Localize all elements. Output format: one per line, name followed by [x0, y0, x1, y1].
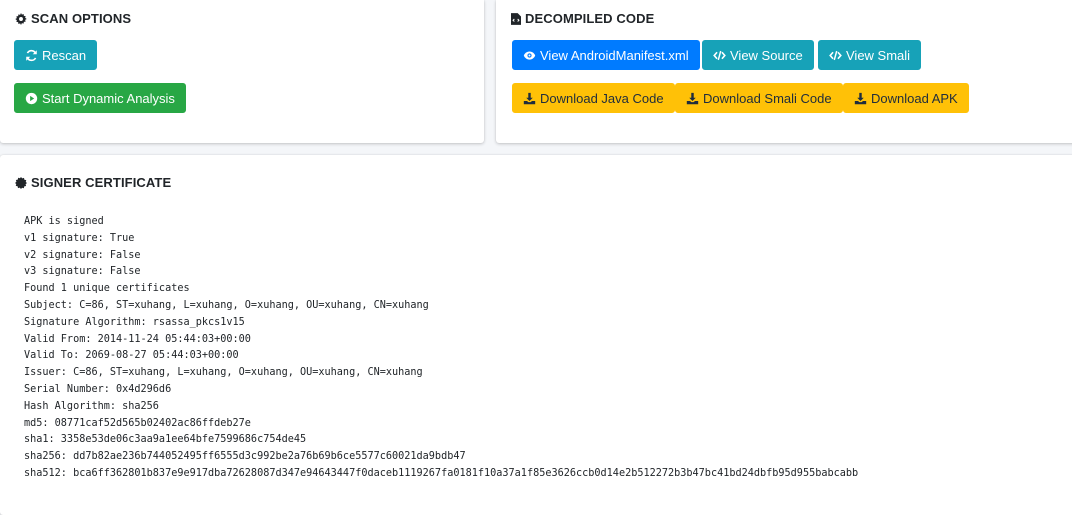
download-icon — [523, 92, 536, 104]
certificate-line: sha1: 3358e53de06c3aa9a1ee64bfe7599686c7… — [24, 434, 307, 446]
certificate-line: v2 signature: False — [24, 249, 141, 261]
certificate-details: APK is signed v1 signature: True v2 sign… — [24, 214, 858, 483]
certificate-line: md5: 08771caf52d565b02402ac86ffdeb27e — [24, 417, 251, 429]
certificate-line: Valid From: 2014-11-24 05:44:03+00:00 — [24, 333, 251, 345]
view-source-label: View Source — [730, 47, 803, 63]
view-androidmanifest-label: View AndroidManifest.xml — [540, 47, 689, 63]
certificate-line: Issuer: C=86, ST=xuhang, L=xuhang, O=xuh… — [24, 367, 423, 379]
scan-options-title-text: SCAN OPTIONS — [31, 11, 132, 26]
download-icon — [686, 92, 699, 104]
download-smali-code-label: Download Smali Code — [703, 90, 832, 106]
rescan-label: Rescan — [42, 47, 87, 63]
scan-options-card: SCAN OPTIONS Rescan Start Dynamic Analys… — [0, 0, 484, 143]
download-apk-label: Download APK — [871, 90, 958, 106]
certificate-icon — [15, 176, 27, 189]
certificate-line: Found 1 unique certificates — [24, 283, 190, 295]
play-circle-icon — [25, 92, 38, 104]
view-androidmanifest-button[interactable]: View AndroidManifest.xml — [512, 40, 700, 70]
download-java-code-button[interactable]: Download Java Code — [512, 83, 675, 113]
certificate-line: sha256: dd7b82ae236b744052495ff6555d3c99… — [24, 451, 466, 463]
download-smali-code-button[interactable]: Download Smali Code — [675, 83, 843, 113]
decompiled-code-card: DECOMPILED CODE View AndroidManifest.xml… — [496, 0, 1072, 143]
view-smali-label: View Smali — [846, 47, 911, 63]
download-java-code-label: Download Java Code — [540, 90, 664, 106]
download-apk-button[interactable]: Download APK — [843, 83, 969, 113]
rescan-button[interactable]: Rescan — [14, 40, 98, 70]
certificate-line: APK is signed — [24, 216, 104, 227]
code-icon — [713, 50, 726, 60]
certificate-line: Subject: C=86, ST=xuhang, L=xuhang, O=xu… — [24, 299, 429, 311]
code-icon — [829, 50, 842, 60]
start-dynamic-analysis-button[interactable]: Start Dynamic Analysis — [14, 83, 186, 113]
certificate-line: v1 signature: True — [24, 232, 135, 244]
file-code-icon — [511, 12, 521, 25]
view-source-button[interactable]: View Source — [702, 40, 814, 70]
certificate-line: Valid To: 2069-08-27 05:44:03+00:00 — [24, 350, 239, 362]
certificate-line: Signature Algorithm: rsassa_pkcs1v15 — [24, 316, 245, 328]
refresh-icon — [26, 49, 37, 61]
eye-icon — [523, 50, 536, 60]
view-smali-button[interactable]: View Smali — [818, 40, 922, 70]
cog-icon — [15, 12, 27, 25]
scan-options-title: SCAN OPTIONS — [15, 11, 131, 26]
decompiled-code-title-text: DECOMPILED CODE — [525, 11, 655, 26]
signer-certificate-title-text: SIGNER CERTIFICATE — [31, 175, 172, 190]
certificate-line: Serial Number: 0x4d296d6 — [24, 383, 172, 395]
certificate-line: sha512: bca6ff362801b837e9e917dba7262808… — [24, 467, 859, 479]
signer-certificate-card: SIGNER CERTIFICATE APK is signed v1 sign… — [0, 155, 1072, 515]
download-icon — [854, 92, 867, 104]
certificate-line: Hash Algorithm: sha256 — [24, 400, 159, 412]
decompiled-code-title: DECOMPILED CODE — [511, 11, 654, 26]
certificate-line: v3 signature: False — [24, 266, 141, 278]
signer-certificate-title: SIGNER CERTIFICATE — [15, 175, 171, 190]
start-dynamic-analysis-label: Start Dynamic Analysis — [42, 90, 175, 106]
